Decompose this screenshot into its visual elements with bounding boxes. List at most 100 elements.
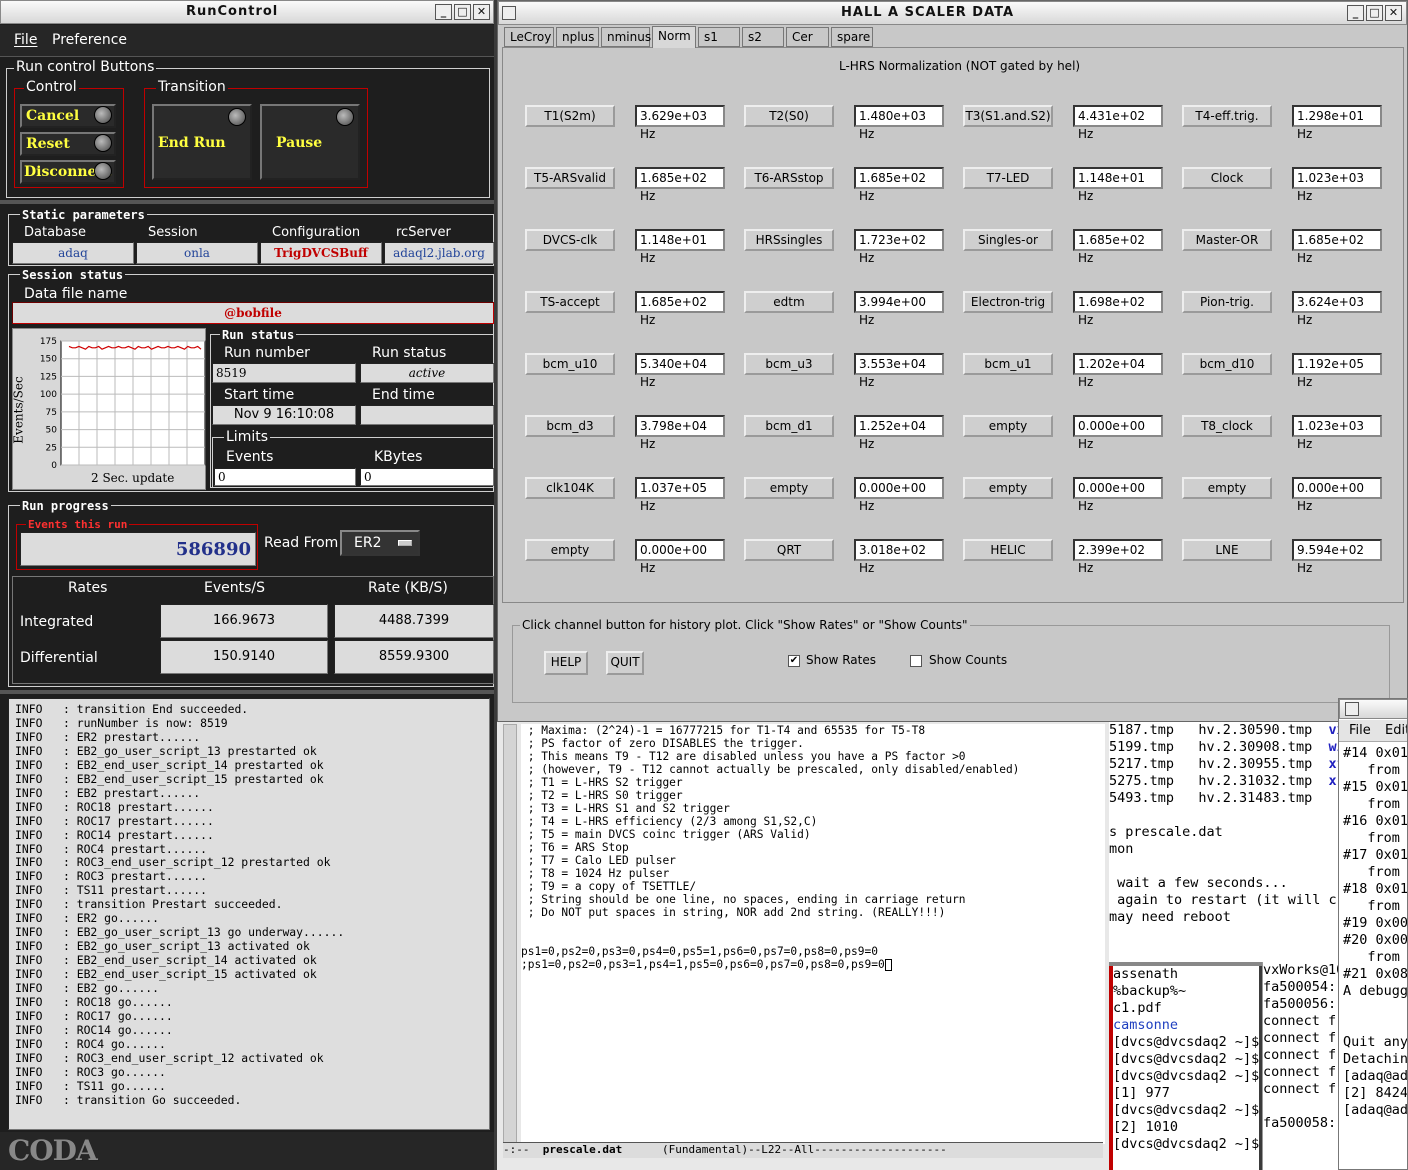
channel-button[interactable]: empty — [525, 539, 615, 561]
menu-file[interactable]: File — [14, 32, 37, 48]
channel-rate-field: 4.431e+02 Hz — [1073, 105, 1163, 141]
terminal-line: #16 0x01 — [1343, 813, 1408, 829]
runcontrol-titlebar[interactable]: RunControl _ □ ✕ — [0, 0, 494, 24]
channel-button[interactable]: TS-accept — [525, 291, 615, 313]
read-from-select[interactable]: ER2 — [340, 530, 420, 556]
channel-button[interactable]: LNE — [1182, 539, 1272, 561]
channel-rate-field: 1.252e+04 Hz — [854, 415, 944, 451]
editor-line: ; T7 = Calo LED pulser — [521, 854, 676, 867]
terminal-line: connect f — [1263, 1081, 1337, 1097]
log-line: INFO : ROC4 prestart...... — [15, 841, 208, 856]
window-menu-icon[interactable] — [1345, 702, 1359, 716]
events-limit-input[interactable]: 0 — [214, 468, 356, 486]
minimize-icon[interactable]: _ — [1347, 5, 1364, 21]
close-icon[interactable]: ✕ — [473, 4, 490, 20]
channel-button[interactable]: Clock — [1182, 167, 1272, 189]
channel-button[interactable]: T7-LED — [963, 167, 1053, 189]
editor-scrollbar[interactable] — [503, 724, 517, 1148]
kbytes-limit-input[interactable]: 0 — [360, 468, 494, 486]
channel-button[interactable]: empty — [1182, 477, 1272, 499]
terminal-line: [dvcs@dvcsdaq2 ~]$ — [1113, 1034, 1259, 1050]
file-name: hv.2.31483.tmp — [1198, 790, 1329, 806]
channel-button[interactable]: empty — [963, 415, 1053, 437]
editor-line: ; Do NOT put spaces in string, NOR add 2… — [521, 906, 946, 919]
channel-button[interactable]: Master-OR — [1182, 229, 1272, 251]
log-line: INFO : ROC17 go...... — [15, 1008, 173, 1023]
message-log[interactable]: INFO : transition End succeeded. INFO : r… — [8, 698, 490, 1130]
menu-edit[interactable]: Edit — [1385, 723, 1407, 738]
plot-ylabel-wrap: Events/Sec — [12, 369, 43, 449]
channel-button[interactable]: edtm — [744, 291, 834, 313]
channel-button[interactable]: HRSsingles — [744, 229, 834, 251]
channel-button[interactable]: bcm_u3 — [744, 353, 834, 375]
editor-line: ; String should be one line, no spaces, … — [521, 893, 966, 906]
minimize-icon[interactable]: _ — [435, 4, 452, 20]
channel-button[interactable]: T2(S0) — [744, 105, 834, 127]
channel-button[interactable]: T4-eff.trig. — [1182, 105, 1272, 127]
channel-rate-field: 3.994e+00 Hz — [854, 291, 944, 327]
text-cursor-icon — [884, 959, 892, 971]
tab-nplus[interactable]: nplus — [556, 27, 599, 47]
rate-plot: 175 150 125 100 75 50 25 0 Events/Sec 2 Sec. up… — [12, 328, 206, 490]
channel-button[interactable]: T5-ARSvalid — [525, 167, 615, 189]
quit-button[interactable]: QUIT — [606, 651, 644, 675]
channel-button[interactable]: QRT — [744, 539, 834, 561]
channel-button[interactable]: bcm_d1 — [744, 415, 834, 437]
channel-button[interactable]: bcm_u1 — [963, 353, 1053, 375]
channel-rate-field: 3.553e+04 Hz — [854, 353, 944, 389]
divider — [0, 690, 494, 694]
hint-text: Click channel button for history plot. C… — [520, 618, 970, 632]
tab-norm[interactable]: Norm — [652, 26, 696, 48]
terminal-4-titlebar[interactable] — [1339, 699, 1407, 719]
channel-button[interactable]: DVCS-clk — [525, 229, 615, 251]
channel-button[interactable]: Electron-trig — [963, 291, 1053, 313]
rate-kb-header: Rate (KB/S) — [368, 580, 448, 596]
channel-button[interactable]: Pion-trig. — [1182, 291, 1272, 313]
channel-button[interactable]: bcm_u10 — [525, 353, 615, 375]
editor-buffer[interactable]: ; Maxima: (2^24)-1 = 16777215 for T1-T4 … — [521, 724, 1105, 1144]
maximize-icon[interactable]: □ — [1366, 5, 1383, 21]
tab-cer[interactable]: Cer — [786, 27, 829, 47]
editor-line: ; T8 = 1024 Hz pulser — [521, 867, 670, 880]
channel-button[interactable]: T3(S1.and.S2) — [963, 105, 1053, 127]
tab-spare[interactable]: spare — [831, 27, 873, 47]
channel-button[interactable]: bcm_d10 — [1182, 353, 1272, 375]
scaler-titlebar[interactable]: HALL A SCALER DATA _ □ ✕ — [498, 1, 1407, 25]
channel-button[interactable]: T8_clock — [1182, 415, 1272, 437]
channel-button[interactable]: empty — [744, 477, 834, 499]
menu-file[interactable]: File — [1349, 723, 1371, 738]
tab-s2[interactable]: s2 — [742, 27, 784, 47]
log-line: INFO : ROC14 go...... — [15, 1022, 173, 1037]
tab-nminus[interactable]: nminus — [601, 27, 651, 47]
maximize-icon[interactable]: □ — [454, 4, 471, 20]
channel-button[interactable]: T6-ARSstop — [744, 167, 834, 189]
window-menu-icon[interactable] — [502, 6, 516, 20]
channel-button[interactable]: T1(S2m) — [525, 105, 615, 127]
terminal-window-3[interactable]: vxWorks@10 fa500054: fa500056: connect f con… — [1262, 962, 1340, 1170]
run-number-field: 8519 — [212, 363, 356, 383]
show-rates-label: Show Rates — [806, 653, 876, 667]
editor-line: ; T2 = L-HRS S0 trigger — [521, 789, 683, 802]
editor-line: ; T1 = L-HRS S2 trigger — [521, 776, 683, 789]
show-counts-checkbox[interactable] — [910, 655, 922, 667]
terminal-window-2[interactable]: assenath %backup%~ c1.pdf camsonne [dvcs@dvc… — [1113, 966, 1259, 1170]
tab-lecroy[interactable]: LeCroy — [504, 27, 554, 47]
terminal-line: Detachin — [1343, 1051, 1408, 1067]
channel-rate-field: 2.399e+02 Hz — [1073, 539, 1163, 575]
channel-button[interactable]: Singles-or — [963, 229, 1053, 251]
menu-preference[interactable]: Preference — [52, 32, 127, 48]
log-line: INFO : EB2 go...... — [15, 981, 160, 996]
channel-button[interactable]: HELIC — [963, 539, 1053, 561]
terminal-window-1[interactable]: 5187.tmp hv.2.30590.tmp vx5199.tmp hv.2.… — [1109, 722, 1339, 962]
terminal-4-buffer[interactable]: #14 0x01 from #15 0x01 from #16 0x01 from #… — [1343, 745, 1408, 1169]
channel-button[interactable]: clk104K — [525, 477, 615, 499]
window-title: RunControl — [186, 4, 279, 19]
channel-button[interactable]: empty — [963, 477, 1053, 499]
show-rates-checkbox[interactable]: ✔ — [788, 655, 800, 667]
end-run-led-icon — [228, 108, 246, 126]
terminal-line: [adaq@ad — [1343, 1068, 1408, 1084]
channel-button[interactable]: bcm_d3 — [525, 415, 615, 437]
tab-s1[interactable]: s1 — [698, 27, 740, 47]
help-button[interactable]: HELP — [544, 651, 588, 675]
close-icon[interactable]: ✕ — [1385, 5, 1402, 21]
